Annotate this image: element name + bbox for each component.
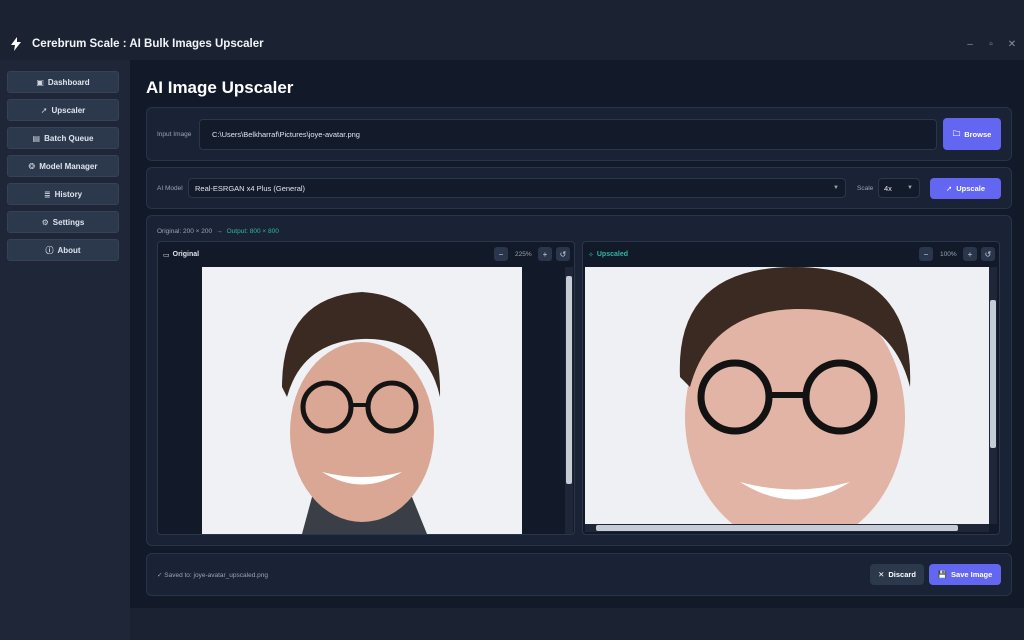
save-status: ✓ Saved to: joye-avatar_upscaled.png (157, 572, 268, 579)
close-button[interactable]: ✕ (1002, 28, 1022, 60)
save-icon: 💾 (937, 570, 948, 579)
upscaled-label: Upscaled (596, 251, 628, 258)
minimize-button[interactable]: – (960, 28, 980, 60)
reset-zoom-button[interactable]: ↺ (556, 247, 570, 261)
discard-button[interactable]: ✕ Discard (870, 564, 924, 585)
original-zoom: 225% (515, 251, 532, 258)
input-image-label: Input Image (157, 131, 192, 138)
gear-icon: ⚙ (41, 217, 49, 227)
sidebar-item-batch-queue[interactable]: ▤ Batch Queue (7, 127, 119, 149)
rocket-icon: ➚ (40, 105, 48, 115)
reset-zoom-button[interactable]: ↺ (981, 247, 995, 261)
model-select-value: Real-ESRGAN x4 Plus (General) (195, 183, 306, 193)
portrait-original (202, 267, 522, 534)
ai-model-label: AI Model (157, 185, 183, 192)
zoom-out-button[interactable]: − (919, 247, 933, 261)
scale-select[interactable]: 4x ▼ (878, 178, 920, 198)
original-size: Original: 200 × 200 (157, 228, 213, 235)
sidebar-item-label: History (54, 189, 83, 199)
sidebar-item-about[interactable]: ⓘ About (7, 239, 119, 261)
upscale-label: Upscale (956, 184, 986, 193)
dashboard-icon: ▣ (36, 77, 44, 87)
sidebar-item-settings[interactable]: ⚙ Settings (7, 211, 119, 233)
output-size: Output: 800 × 800 (226, 228, 279, 235)
arrow-icon: → (216, 228, 223, 235)
sidebar-item-model-manager[interactable]: ❂ Model Manager (7, 155, 119, 177)
maximize-button[interactable]: ▫ (981, 28, 1001, 60)
sidebar-item-label: Upscaler (51, 105, 86, 115)
browse-button[interactable]: 🗀 Browse (943, 118, 1001, 150)
save-image-button[interactable]: 💾 Save Image (929, 564, 1001, 585)
folder-icon: 🗀 (952, 128, 961, 138)
input-path-field[interactable]: C:\Users\Belkharraf\Pictures\joye-avatar… (199, 119, 937, 150)
zoom-out-button[interactable]: − (494, 247, 508, 261)
model-select[interactable]: Real-ESRGAN x4 Plus (General) ▼ (188, 178, 846, 198)
upscale-button[interactable]: ➚ Upscale (930, 178, 1001, 199)
original-scroll-thumb[interactable] (566, 276, 572, 484)
zoom-in-button[interactable]: + (538, 247, 552, 261)
sidebar-item-label: Batch Queue (44, 133, 94, 143)
upscaled-vscroll-thumb[interactable] (990, 300, 996, 448)
info-icon: ⓘ (45, 245, 54, 255)
sparkle-icon: ✧ (588, 252, 594, 259)
upscaled-image (585, 267, 990, 524)
upscaled-pane-header: ✧ Upscaled (588, 251, 628, 259)
sidebar-item-history[interactable]: ≣ History (7, 183, 119, 205)
lightning-icon (11, 37, 21, 51)
title-bar: Cerebrum Scale : AI Bulk Images Upscaler… (0, 28, 1024, 60)
upscaled-zoom: 100% (940, 251, 957, 258)
close-icon: ✕ (878, 570, 885, 579)
size-info: Original: 200 × 200 → Output: 800 × 800 (157, 228, 279, 235)
app-title: Cerebrum Scale : AI Bulk Images Upscaler (32, 38, 264, 50)
brain-icon: ❂ (28, 161, 36, 171)
original-image (202, 267, 522, 534)
page-title: AI Image Upscaler (146, 78, 294, 97)
scale-label: Scale (857, 185, 874, 192)
queue-icon: ▤ (32, 133, 41, 143)
original-pane-header: ▭ Original (163, 251, 199, 259)
portrait-upscaled (585, 267, 990, 524)
chevron-down-icon: ▼ (907, 185, 913, 191)
save-label: Save Image (951, 570, 993, 579)
sidebar-item-label: Model Manager (39, 161, 98, 171)
upscaled-hscroll-thumb[interactable] (596, 525, 958, 531)
original-label: Original (172, 251, 200, 258)
sidebar-item-upscaler[interactable]: ➚ Upscaler (7, 99, 119, 121)
sidebar-item-label: Settings (52, 217, 85, 227)
zoom-in-button[interactable]: + (963, 247, 977, 261)
rocket-icon: ➚ (945, 184, 953, 193)
discard-label: Discard (888, 570, 916, 579)
sidebar-item-dashboard[interactable]: ▣ Dashboard (7, 71, 119, 93)
scroll-icon: ≣ (43, 189, 51, 199)
chevron-down-icon: ▼ (833, 185, 839, 191)
scale-select-value: 4x (884, 183, 892, 193)
browse-label: Browse (964, 129, 992, 139)
sidebar-item-label: About (57, 245, 81, 255)
sidebar-item-label: Dashboard (47, 77, 90, 87)
image-icon: ▭ (163, 252, 170, 259)
